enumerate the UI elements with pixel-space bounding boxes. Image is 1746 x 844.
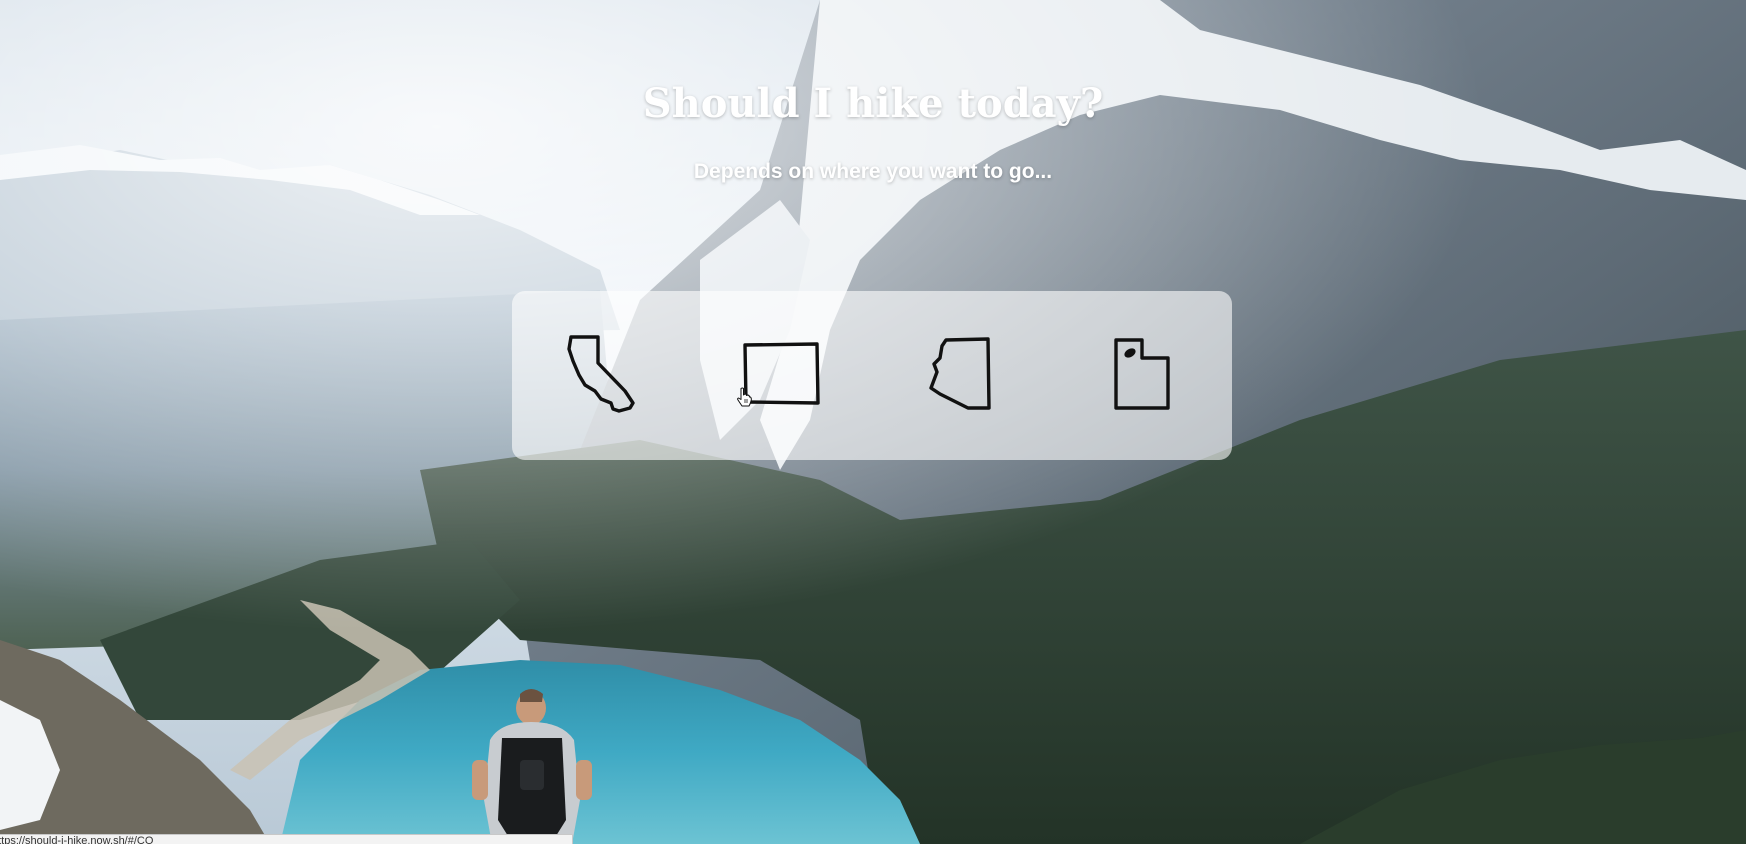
page-title: Should I hike today? bbox=[642, 80, 1104, 127]
state-link-colorado[interactable] bbox=[741, 341, 821, 407]
state-link-california[interactable] bbox=[567, 333, 641, 413]
page-subtitle: Depends on where you want to go... bbox=[693, 160, 1053, 183]
arizona-outline-icon bbox=[929, 337, 991, 410]
state-link-arizona[interactable] bbox=[928, 336, 994, 412]
state-link-utah[interactable] bbox=[1112, 336, 1172, 412]
browser-status-url: https://should-i-hike.now.sh/#/CO bbox=[0, 834, 573, 844]
pointer-cursor-icon bbox=[737, 387, 752, 407]
california-outline-icon bbox=[567, 335, 635, 413]
utah-outline-icon bbox=[1114, 338, 1170, 410]
page: Should I hike today? Depends on where yo… bbox=[0, 0, 1746, 844]
colorado-outline-icon bbox=[743, 342, 820, 405]
state-selector-panel bbox=[512, 291, 1232, 460]
